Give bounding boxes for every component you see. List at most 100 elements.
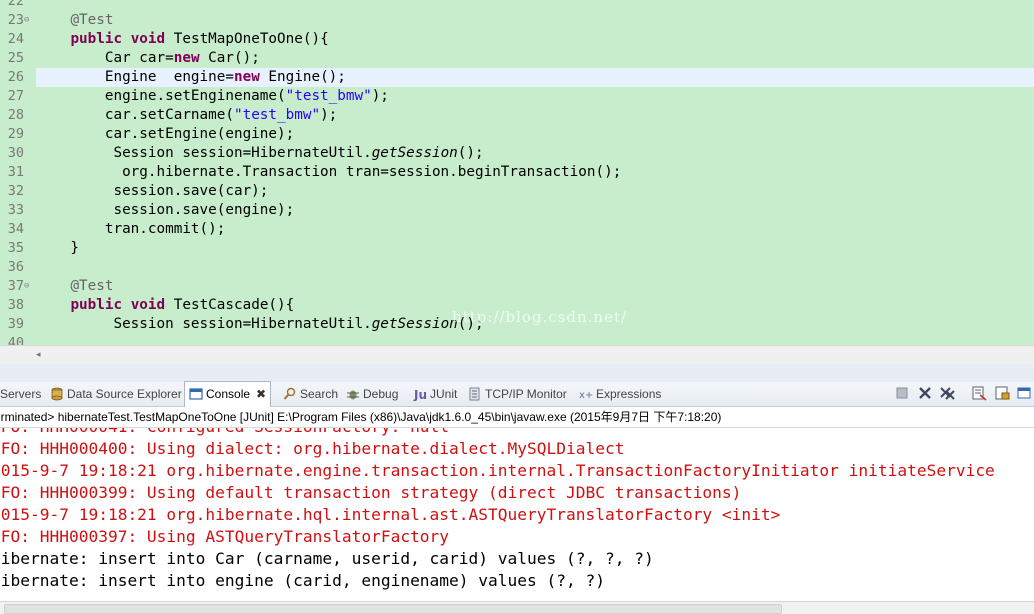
editor-lines: 22 23 ⊖ @Test 24 public void TestMapOneToOn… bbox=[0, 0, 1034, 353]
keyword-token: public bbox=[70, 297, 123, 313]
line-number: 36 bbox=[7, 259, 24, 275]
code-line[interactable]: 25 Car car=new Car(); bbox=[0, 49, 1034, 68]
code-line[interactable]: 34 tran.commit(); bbox=[0, 220, 1034, 239]
console-error-line: 2015-9-7 19:18:21 org.hibernate.engine.t… bbox=[0, 461, 995, 480]
code-token: Session session=HibernateUtil. bbox=[36, 145, 372, 161]
code-token: Car car= bbox=[36, 50, 174, 66]
line-gutter: 37 ⊖ bbox=[0, 277, 36, 296]
code-line[interactable]: 31 org.hibernate.Transaction tran=sessio… bbox=[0, 163, 1034, 182]
string-token: "test_bmw" bbox=[285, 88, 372, 104]
tab-debug[interactable]: Debug bbox=[346, 382, 398, 406]
string-token: "test_bmw" bbox=[233, 107, 321, 123]
line-gutter: 22 bbox=[0, 0, 36, 11]
view-splitter[interactable] bbox=[0, 364, 1034, 382]
tab-console[interactable]: Console ✖ bbox=[184, 381, 272, 407]
tab-expressions[interactable]: x+yExpressions bbox=[579, 382, 661, 406]
line-number: 24 bbox=[7, 31, 24, 47]
code-token: Session session=HibernateUtil. bbox=[36, 316, 372, 332]
code-line[interactable]: 22 bbox=[0, 0, 1034, 11]
code-token: Engine engine= bbox=[36, 69, 234, 85]
pin-console-icon[interactable] bbox=[1017, 385, 1033, 401]
code-editor[interactable]: 22 23 ⊖ @Test 24 public void TestMapOneToOn… bbox=[0, 0, 1034, 364]
tab-search[interactable]: Search bbox=[283, 382, 338, 406]
line-number: 26 bbox=[7, 69, 24, 85]
line-gutter: 34 bbox=[0, 220, 36, 239]
code-line[interactable]: 37 ⊖ @Test bbox=[0, 277, 1034, 296]
code-line[interactable]: 30 Session session=HibernateUtil.getSess… bbox=[0, 144, 1034, 163]
scroll-lock-icon[interactable] bbox=[994, 385, 1010, 401]
code-line[interactable]: 36 bbox=[0, 258, 1034, 277]
console-output[interactable]: NFO: HHH000041: Configured SessionFactor… bbox=[0, 428, 1034, 601]
tab-label: JUnit bbox=[430, 387, 458, 401]
line-number: 22 bbox=[7, 0, 24, 9]
line-gutter: 32 bbox=[0, 182, 36, 201]
code-token: ); bbox=[320, 107, 338, 123]
code-line[interactable]: 23 ⊖ @Test bbox=[0, 11, 1034, 30]
code-line[interactable]: 28 car.setCarname("test_bmw"); bbox=[0, 106, 1034, 125]
annotation-token: @Test bbox=[70, 278, 114, 294]
code-line[interactable]: 29 car.setEngine(engine); bbox=[0, 125, 1034, 144]
line-gutter: 30 bbox=[0, 144, 36, 163]
keyword-token: void bbox=[130, 297, 166, 313]
fold-toggle-icon[interactable]: ⊖ bbox=[24, 277, 34, 296]
code-token: TestMapOneToOne(){ bbox=[165, 31, 329, 47]
code-token: car.setCarname( bbox=[36, 107, 234, 123]
tab-label: Expressions bbox=[596, 387, 662, 401]
code-line[interactable]: 27 engine.setEnginename("test_bmw"); bbox=[0, 87, 1034, 106]
remove-all-terminated-icon[interactable] bbox=[939, 385, 955, 401]
remove-launch-icon[interactable] bbox=[917, 385, 933, 401]
console-output-line: Hibernate: insert into Car (carname, use… bbox=[0, 549, 654, 568]
line-number: 27 bbox=[7, 88, 24, 104]
junit-icon: Ju bbox=[413, 388, 427, 401]
code-line[interactable]: 26 Engine engine=new Engine(); bbox=[0, 68, 1034, 87]
code-token: } bbox=[36, 240, 80, 256]
line-gutter: 38 bbox=[0, 296, 36, 315]
tab-data-source-explorer[interactable]: Data Source Explorer bbox=[50, 382, 182, 406]
database-icon bbox=[51, 387, 63, 401]
code-text: car.setEngine(engine); bbox=[36, 125, 294, 144]
svg-text:Ju: Ju bbox=[413, 388, 427, 401]
code-text: org.hibernate.Transaction tran=session.b… bbox=[36, 163, 621, 182]
console-line-partial: NFO: HHH000041: Configured SessionFactor… bbox=[0, 428, 449, 438]
close-icon[interactable]: ✖ bbox=[256, 387, 266, 401]
svg-text:x+y: x+y bbox=[579, 390, 593, 401]
code-text: car.setCarname("test_bmw"); bbox=[36, 106, 337, 125]
line-gutter: 31 bbox=[0, 163, 36, 182]
fold-toggle-icon[interactable]: ⊖ bbox=[24, 11, 34, 30]
annotation-token: @Test bbox=[70, 12, 114, 28]
console-process-label: erminated> hibernateTest.TestMapOneToOne… bbox=[0, 407, 1034, 428]
expressions-icon: x+y bbox=[579, 390, 593, 401]
tab-label: Search bbox=[300, 387, 339, 401]
code-token: session.save(car); bbox=[36, 183, 269, 199]
tab-servers[interactable]: Servers bbox=[0, 382, 41, 406]
code-text: @Test bbox=[36, 277, 113, 296]
code-token: getSession bbox=[371, 316, 458, 332]
code-line[interactable]: 24 public void TestMapOneToOne(){ bbox=[0, 30, 1034, 49]
code-token: tran.commit(); bbox=[36, 221, 226, 237]
keyword-token: void bbox=[130, 31, 166, 47]
line-gutter: 33 bbox=[0, 201, 36, 220]
code-line[interactable]: 32 session.save(car); bbox=[0, 182, 1034, 201]
clear-console-icon[interactable] bbox=[971, 385, 987, 401]
code-text: Engine engine=new Engine(); bbox=[36, 68, 346, 87]
line-gutter: 23 ⊖ bbox=[0, 11, 36, 30]
code-token: ); bbox=[371, 88, 389, 104]
scroll-left-arrow-icon[interactable]: ◂ bbox=[36, 349, 41, 360]
line-gutter: 26 bbox=[0, 68, 36, 87]
terminate-icon[interactable] bbox=[894, 385, 910, 401]
code-token: getSession bbox=[371, 145, 458, 161]
tab-junit[interactable]: Ju JUnit bbox=[413, 382, 457, 406]
editor-horizontal-scrollbar[interactable]: ◂ bbox=[0, 345, 1034, 364]
search-icon bbox=[283, 387, 296, 400]
console-horizontal-scrollbar[interactable] bbox=[0, 601, 1034, 614]
tab-label: Console bbox=[206, 387, 251, 401]
line-gutter: 29 bbox=[0, 125, 36, 144]
line-number: 23 bbox=[7, 12, 24, 28]
code-line[interactable]: 33 session.save(engine); bbox=[0, 201, 1034, 220]
keyword-token: new bbox=[173, 50, 200, 66]
tab-tcpip-monitor[interactable]: TCP/IP Monitor bbox=[468, 382, 567, 406]
line-number: 32 bbox=[7, 183, 24, 199]
code-line[interactable]: 35 } bbox=[0, 239, 1034, 258]
